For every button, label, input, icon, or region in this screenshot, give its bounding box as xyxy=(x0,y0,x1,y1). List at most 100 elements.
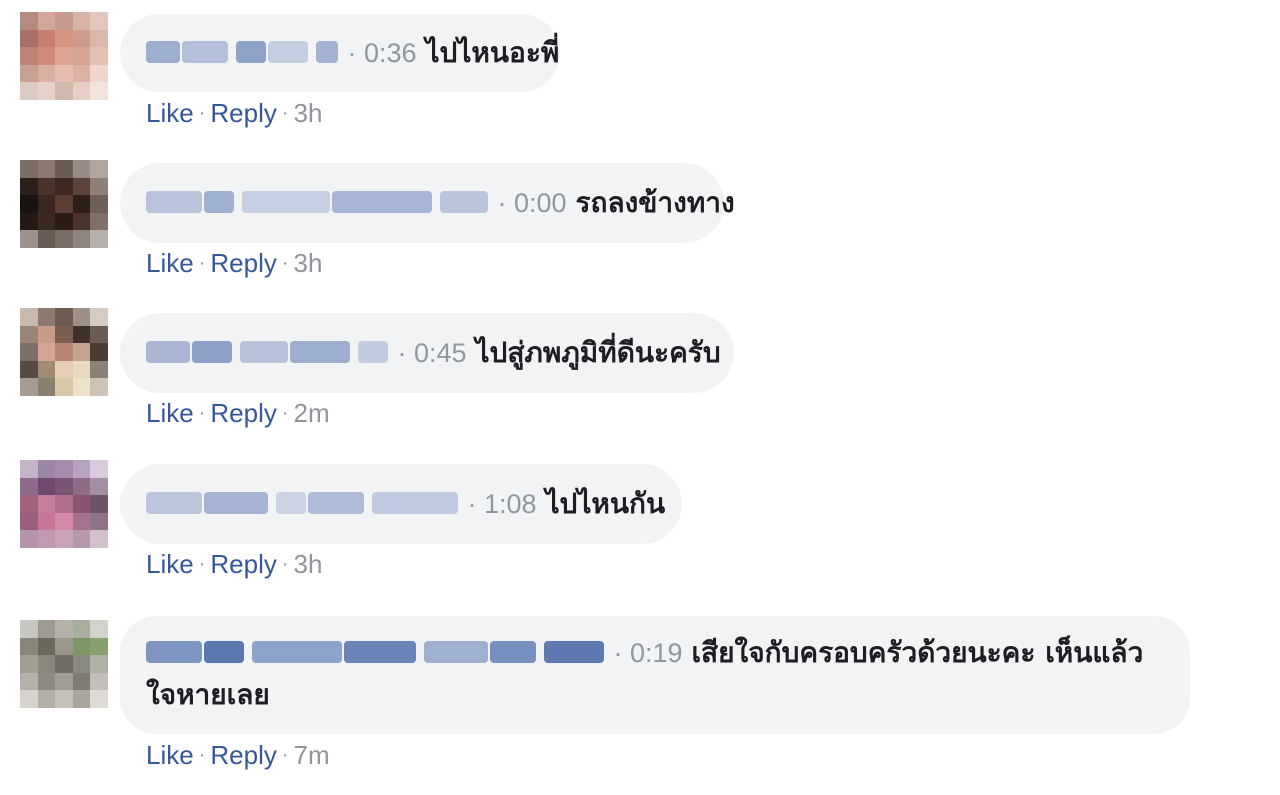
avatar-pixel xyxy=(90,655,108,673)
avatar-pixel xyxy=(90,460,108,478)
commenter-name-redacted[interactable] xyxy=(146,636,606,669)
video-timestamp[interactable]: · 0:19 xyxy=(606,638,683,668)
avatar-pixel xyxy=(90,477,108,496)
avatar-pixel xyxy=(37,343,56,361)
avatar-pixel xyxy=(37,160,56,178)
avatar[interactable] xyxy=(20,620,108,708)
avatar[interactable] xyxy=(20,12,108,100)
like-link[interactable]: Like xyxy=(146,740,194,770)
avatar-pixel xyxy=(90,212,108,231)
name-blur-segment xyxy=(240,341,288,363)
comment-age[interactable]: 3h xyxy=(294,549,323,579)
comment-age[interactable]: 7m xyxy=(294,740,330,770)
comment-text: ไปสู่ภพภูมิที่ดีนะครับ xyxy=(475,336,721,369)
avatar-pixel xyxy=(90,177,108,196)
video-timestamp[interactable]: · 0:00 xyxy=(490,188,567,218)
comment-age[interactable]: 3h xyxy=(294,98,323,128)
comment-text: รถลงข้างทาง xyxy=(575,186,735,219)
name-blur-segment xyxy=(268,41,308,63)
avatar-pixel xyxy=(37,495,56,513)
separator-dot: · xyxy=(390,338,414,368)
avatar-pixel xyxy=(90,230,108,248)
avatar[interactable] xyxy=(20,460,108,548)
comment-age[interactable]: 3h xyxy=(294,248,323,278)
timestamp-label[interactable]: 0:19 xyxy=(630,638,683,668)
avatar-pixel xyxy=(20,672,38,691)
avatar-pixel xyxy=(72,460,91,478)
like-link[interactable]: Like xyxy=(146,549,194,579)
comment-age[interactable]: 2m xyxy=(294,398,330,428)
avatar[interactable] xyxy=(20,160,108,248)
avatar-pixel xyxy=(55,325,73,344)
comment-actions: Like · Reply · 3h xyxy=(146,98,322,129)
separator-dot: · xyxy=(281,744,289,766)
name-blur-segment xyxy=(424,641,488,663)
comment-actions: Like · Reply · 3h xyxy=(146,248,322,279)
avatar-pixel xyxy=(90,82,108,100)
avatar-pixel xyxy=(55,12,73,30)
avatar-pixel xyxy=(72,360,91,379)
commenter-name-redacted[interactable] xyxy=(146,487,460,520)
video-timestamp[interactable]: · 0:45 xyxy=(390,338,467,368)
separator-dot: · xyxy=(198,252,206,274)
name-blur-segment xyxy=(440,191,488,213)
like-link[interactable]: Like xyxy=(146,398,194,428)
video-timestamp[interactable]: · 1:08 xyxy=(460,489,537,519)
avatar-pixel xyxy=(72,655,91,673)
avatar-pixel xyxy=(55,343,73,361)
comment-actions: Like · Reply · 7m xyxy=(146,740,330,771)
avatar-pixel xyxy=(72,325,91,344)
avatar-pixel xyxy=(55,195,73,213)
avatar-pixel xyxy=(72,530,91,548)
timestamp-label[interactable]: 0:36 xyxy=(364,38,417,68)
avatar-pixel xyxy=(72,212,91,231)
comment-bubble: · 0:00 รถลงข้างทาง xyxy=(120,163,735,243)
like-link[interactable]: Like xyxy=(146,248,194,278)
avatar-pixel xyxy=(55,690,73,708)
commenter-name-redacted[interactable] xyxy=(146,36,340,69)
avatar-pixel xyxy=(72,620,91,638)
avatar-pixel xyxy=(55,230,73,248)
separator-dot: · xyxy=(198,553,206,575)
reply-link[interactable]: Reply xyxy=(210,248,276,278)
reply-link[interactable]: Reply xyxy=(210,549,276,579)
separator-dot: · xyxy=(281,252,289,274)
avatar-pixel xyxy=(20,460,38,478)
avatar-pixel xyxy=(90,495,108,513)
video-timestamp[interactable]: · 0:36 xyxy=(340,38,417,68)
avatar-pixel xyxy=(37,530,56,548)
timestamp-label[interactable]: 0:45 xyxy=(414,338,467,368)
avatar-pixel xyxy=(37,655,56,673)
comment-text: ไปไหนกัน xyxy=(545,487,666,520)
avatar-pixel xyxy=(37,672,56,691)
avatar-pixel xyxy=(72,495,91,513)
name-blur-segment xyxy=(204,492,268,514)
reply-link[interactable]: Reply xyxy=(210,398,276,428)
avatar-pixel xyxy=(20,530,38,548)
reply-link[interactable]: Reply xyxy=(210,740,276,770)
reply-link[interactable]: Reply xyxy=(210,98,276,128)
avatar-pixel xyxy=(37,512,56,531)
name-blur-segment xyxy=(358,341,388,363)
avatar-pixel xyxy=(90,47,108,65)
avatar-pixel xyxy=(20,360,38,379)
avatar-pixel xyxy=(20,325,38,344)
avatar-pixel xyxy=(37,690,56,708)
avatar-pixel xyxy=(55,47,73,65)
avatar-pixel xyxy=(72,47,91,65)
separator-dot: · xyxy=(198,402,206,424)
like-link[interactable]: Like xyxy=(146,98,194,128)
avatar[interactable] xyxy=(20,308,108,396)
avatar-pixel xyxy=(72,308,91,326)
avatar-pixel xyxy=(20,195,38,213)
avatar-pixel xyxy=(90,690,108,708)
name-blur-segment xyxy=(308,492,364,514)
avatar-pixel xyxy=(90,29,108,48)
timestamp-label[interactable]: 1:08 xyxy=(484,489,537,519)
avatar-pixel xyxy=(72,343,91,361)
timestamp-label[interactable]: 0:00 xyxy=(514,188,567,218)
avatar-pixel xyxy=(20,29,38,48)
avatar-pixel xyxy=(72,82,91,100)
commenter-name-redacted[interactable] xyxy=(146,336,390,369)
commenter-name-redacted[interactable] xyxy=(146,186,490,219)
